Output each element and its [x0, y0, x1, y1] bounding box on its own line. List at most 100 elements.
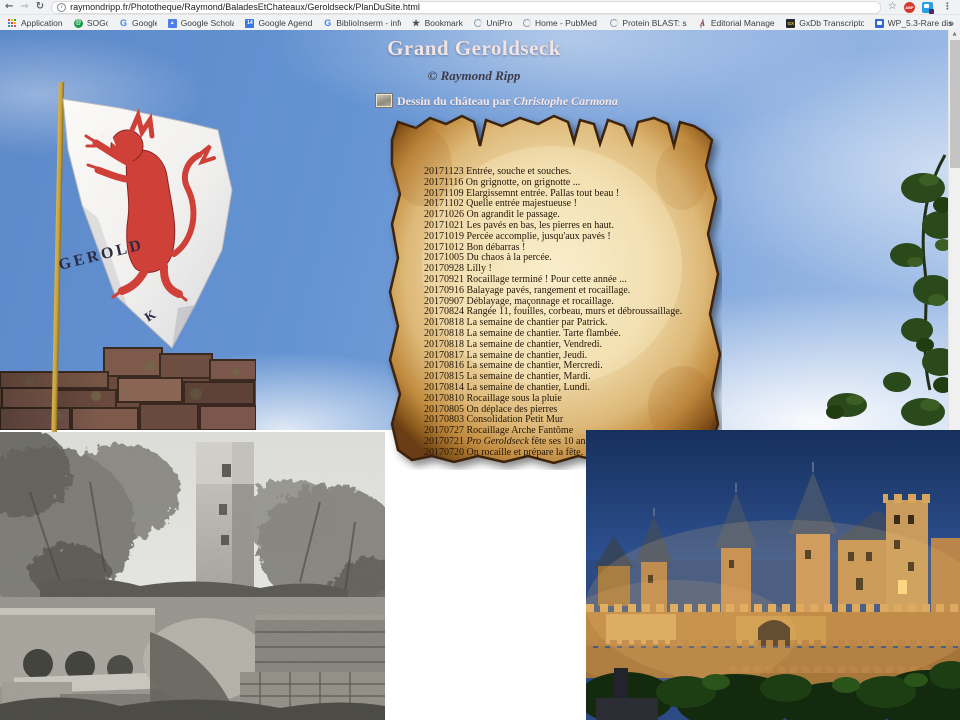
bookmark-item[interactable]: @ SOGo	[74, 18, 108, 28]
bookmark-favicon	[523, 19, 531, 27]
adblock-extension-icon[interactable]: ABP	[904, 2, 915, 13]
browser-chrome: ← → ↻ i raymondripp.fr/Phototheque/Raymo…	[0, 0, 960, 30]
bookmark-item[interactable]: Home - PubMed - N	[523, 18, 599, 28]
entry-text: On grignotte, on grignotte ...	[466, 177, 580, 188]
entry-date: 20170928	[424, 263, 467, 274]
entry-text: Percée accomplie, jusqu'aux pavés !	[467, 231, 611, 242]
bookmark-favicon	[8, 19, 17, 28]
entry-date: 20170818	[424, 317, 467, 328]
bookmark-item[interactable]: ▲ Google Scholar	[168, 18, 235, 28]
entry-date: 20170816	[424, 360, 467, 371]
bookmark-label: Google Agenda	[258, 18, 312, 28]
entry-date: 20170921	[424, 274, 467, 285]
bookmark-label: Applications	[21, 18, 63, 28]
entry-date: 20171109	[424, 188, 466, 199]
bookmark-favicon	[875, 19, 884, 28]
bookmark-item[interactable]: G BiblioInserm - inform	[323, 18, 400, 28]
bookmark-favicon	[474, 19, 482, 27]
entry-text: Entrée, souche et souches.	[466, 166, 571, 177]
address-bar-row: ← → ↻ i raymondripp.fr/Phototheque/Raymo…	[0, 0, 960, 14]
entry-text: Balayage pavés, rangement et rocaillage.	[467, 285, 631, 296]
entry-text: La semaine de chantier par Patrick.	[467, 317, 608, 328]
bookmark-star-icon[interactable]: ☆	[888, 2, 897, 12]
entry-date: 20171026	[424, 209, 467, 220]
page-info-icon[interactable]: i	[57, 3, 66, 12]
chat-extension-icon[interactable]	[922, 2, 933, 13]
entry-text: La semaine de chantier, Lundi.	[467, 382, 590, 393]
url-field[interactable]: i raymondripp.fr/Phototheque/Raymond/Bal…	[51, 1, 881, 14]
bookmark-item[interactable]: A Editorial Manager®	[698, 18, 775, 28]
bookmark-label: Home - PubMed - N	[535, 18, 599, 28]
entry-date: 20171102	[424, 198, 466, 209]
bookmark-label: Google	[132, 18, 157, 28]
entry-text: La semaine de chantier, Mercredi.	[467, 360, 603, 371]
entry-text: Quelle entrée majestueuse !	[466, 198, 577, 209]
entry-text: La semaine de chantier, Jeudi.	[467, 350, 588, 361]
bookmark-item[interactable]: ★ Bookmarks	[412, 18, 464, 28]
entry-date: 20170803	[424, 414, 467, 425]
entry-text: Rocaillage terminé ! Pour cette année ..…	[467, 274, 627, 285]
scrollbar-track[interactable]: ▲	[948, 30, 960, 430]
sitemap-entry-list: 20171123 Entrée, souche et souches.20171…	[424, 167, 724, 459]
bookmark-item[interactable]: GX GxDb Transcriptomic	[786, 18, 863, 28]
entry-text: On déplace des pierres	[467, 404, 558, 415]
url-text: raymondripp.fr/Phototheque/Raymond/Balad…	[70, 2, 420, 12]
entry-text: fête ses 10 ans	[529, 436, 590, 447]
entry-text: Consolidation Petit Mur	[467, 414, 564, 425]
bookmark-favicon: G	[323, 19, 332, 28]
bookmark-label: BiblioInserm - inform	[336, 18, 400, 28]
bookmark-item[interactable]: Applications	[8, 18, 63, 28]
entry-text: Les pavés en bas, les pierres en haut.	[467, 220, 614, 231]
entry-text: On agrandit le passage.	[467, 209, 560, 220]
bookmark-favicon: GX	[786, 19, 795, 28]
reload-button[interactable]: ↻	[36, 2, 44, 12]
entry-date: 20171123	[424, 166, 466, 177]
entry-text: Rangée 11, fouilles, corbeau, murs et dé…	[467, 306, 683, 317]
entry-date: 20170805	[424, 404, 467, 415]
bookmark-favicon: G	[119, 19, 128, 28]
photo-castle-ruins-bw[interactable]	[0, 432, 385, 720]
entry-date: 20170720	[424, 447, 467, 458]
bookmarks-overflow-chevron[interactable]: »	[949, 19, 954, 28]
photo-castle-night[interactable]	[586, 430, 960, 720]
bookmark-item[interactable]: 14 Google Agenda	[245, 18, 312, 28]
scrollbar-thumb[interactable]	[950, 40, 960, 168]
entry-date: 20170810	[424, 393, 467, 404]
entry-emphasis: Pro Geroldseck	[467, 436, 529, 447]
bookmark-label: UniProt	[486, 18, 512, 28]
bookmarks-bar: Applications @ SOGo G Google ▲ Google Sc…	[0, 14, 960, 31]
bookmark-favicon: ★	[412, 19, 421, 28]
entry-text: La semaine de chantier, Vendredi.	[467, 339, 602, 350]
entry-date: 20171116	[424, 177, 466, 188]
entry-date: 20170817	[424, 350, 467, 361]
entry-date: 20170824	[424, 306, 467, 317]
bookmark-favicon: ▲	[168, 19, 177, 28]
entry-date: 20170814	[424, 382, 467, 393]
back-button[interactable]: ←	[5, 2, 13, 12]
tree-leaves-photo-part	[825, 150, 948, 430]
bookmark-label: Protein BLAST: search	[622, 18, 686, 28]
bookmark-label: Bookmarks	[425, 18, 464, 28]
geroldseck-flag-photo-part: GEROLD K	[28, 58, 268, 438]
bookmark-item[interactable]: WP_5.3-Rare disease	[875, 18, 952, 28]
entry-date: 20170907	[424, 296, 467, 307]
entry-text: On rocaille et prépare la fête.	[467, 447, 584, 458]
scrollbar-up-arrow[interactable]: ▲	[949, 30, 960, 39]
bookmark-label: GxDb Transcriptomic	[799, 18, 863, 28]
entry-date: 20170727	[424, 425, 467, 436]
entry-text: Du chaos à la percée.	[467, 252, 552, 263]
entry-date: 20170916	[424, 285, 467, 296]
entry-text: Bon débarras !	[467, 242, 526, 253]
bookmark-item[interactable]: UniProt	[474, 18, 512, 28]
bookmark-label: WP_5.3-Rare disease	[888, 18, 952, 28]
bookmark-item[interactable]: Protein BLAST: search	[610, 18, 686, 28]
bookmark-favicon: A	[698, 19, 707, 28]
entry-text: Elargissemnt entrée. Pallas tout beau !	[466, 188, 619, 199]
browser-menu-button[interactable]: ⋮	[940, 3, 955, 12]
entry-date: 20171019	[424, 231, 467, 242]
browser-window: ← → ↻ i raymondripp.fr/Phototheque/Raymo…	[0, 0, 960, 720]
entry-text: Lilly !	[467, 263, 492, 274]
bookmark-item[interactable]: G Google	[119, 18, 157, 28]
forward-button[interactable]: →	[20, 2, 28, 12]
bookmark-favicon: @	[74, 19, 83, 28]
